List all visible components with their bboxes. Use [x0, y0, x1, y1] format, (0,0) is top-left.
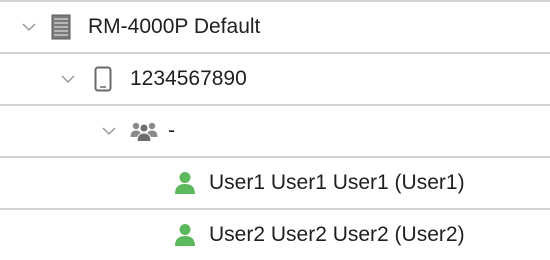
tree-node-label: User2 User2 User2 (User2): [209, 223, 465, 246]
chevron-down-icon[interactable]: [57, 54, 79, 104]
chevron-down-icon[interactable]: [98, 106, 120, 156]
tree-node-label: User1 User1 User1 (User1): [209, 171, 465, 194]
chevron-down-icon[interactable]: [18, 2, 40, 52]
tree-node-label: 1234567890: [130, 67, 247, 90]
user-group-icon: [128, 106, 160, 156]
tree-node-label: RM-4000P Default: [88, 15, 261, 38]
tree-row-rm4000p[interactable]: RM-4000P Default: [0, 2, 550, 54]
user-icon: [173, 210, 197, 260]
user-icon: [173, 158, 197, 208]
device-tree: RM-4000P Default 1234567890 - User1 User…: [0, 0, 550, 257]
tree-row-user2[interactable]: User2 User2 User2 (User2): [0, 210, 550, 260]
tree-row-device[interactable]: 1234567890: [0, 54, 550, 106]
tree-node-label: -: [168, 119, 175, 142]
mobile-device-icon: [92, 54, 114, 104]
tree-row-user1[interactable]: User1 User1 User1 (User1): [0, 158, 550, 210]
tree-row-group[interactable]: -: [0, 106, 550, 158]
server-icon: [50, 2, 72, 52]
